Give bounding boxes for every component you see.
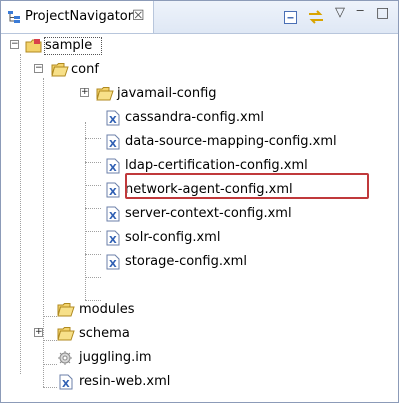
tree-node-server-context-config[interactable]: X server-context-config.xml xyxy=(1,202,398,226)
maximize-icon[interactable]: □ xyxy=(376,5,389,21)
tree-node-label: ldap-certification-config.xml xyxy=(125,158,308,173)
tree-node-label: resin-web.xml xyxy=(79,374,171,389)
tree-node-resin-web[interactable]: X resin-web.xml xyxy=(1,370,398,394)
xml-file-icon: X xyxy=(59,374,73,399)
tree-node-label: cassandra-config.xml xyxy=(125,110,265,125)
tree-node-label: juggling.im xyxy=(79,350,152,365)
tree-node-sample[interactable]: − sample xyxy=(1,34,398,58)
svg-text:X: X xyxy=(109,211,117,222)
tree-line xyxy=(85,277,101,278)
tree-node-label: solr-config.xml xyxy=(125,230,221,245)
tree-node-label: modules xyxy=(79,302,135,317)
svg-text:X: X xyxy=(109,139,117,150)
tree-node-label: network-agent-config.xml xyxy=(125,182,293,197)
link-with-editor-icon[interactable] xyxy=(307,9,325,29)
svg-text:X: X xyxy=(109,259,117,270)
tree-node-conf[interactable]: − conf xyxy=(1,58,398,82)
collapse-toggle[interactable]: − xyxy=(10,40,19,49)
tree-node-data-source-mapping-config[interactable]: X data-source-mapping-config.xml xyxy=(1,130,398,154)
svg-text:X: X xyxy=(109,163,117,174)
collapse-toggle[interactable]: − xyxy=(34,64,43,73)
tree-node-label: storage-config.xml xyxy=(125,254,247,269)
project-tree: − sample − conf + javamail-config X cass… xyxy=(1,34,398,402)
tab-project-navigator[interactable]: ProjectNavigator ☒ xyxy=(1,1,154,33)
tree-node-label: schema xyxy=(79,326,130,341)
svg-text:X: X xyxy=(62,379,70,390)
svg-text:X: X xyxy=(109,115,117,126)
collapse-all-icon[interactable] xyxy=(283,9,299,29)
tree-node-solr-config[interactable]: X solr-config.xml xyxy=(1,226,398,250)
navigator-icon xyxy=(7,10,21,28)
tree-node-schema[interactable]: + schema xyxy=(1,322,398,346)
tree-node-juggling-im[interactable]: juggling.im xyxy=(1,346,398,370)
tree-node-modules[interactable]: modules xyxy=(1,298,398,322)
tree-node-javamail-config[interactable]: + javamail-config xyxy=(1,82,398,106)
tree-node-network-agent-config[interactable]: X network-agent-config.xml xyxy=(1,178,398,202)
svg-text:X: X xyxy=(109,187,117,198)
expand-toggle[interactable]: + xyxy=(80,88,89,97)
tree-node-label: javamail-config xyxy=(117,86,217,101)
tree-node-ldap-certification-config[interactable]: X ldap-certification-config.xml xyxy=(1,154,398,178)
view-menu-icon[interactable]: ▽ xyxy=(335,5,345,20)
tree-node-storage-config[interactable]: X storage-config.xml xyxy=(1,250,398,274)
close-icon[interactable]: ☒ xyxy=(132,8,145,24)
tree-node-label: conf xyxy=(71,62,99,77)
tab-label: ProjectNavigator xyxy=(25,9,134,24)
minimize-icon[interactable]: ‒ xyxy=(356,3,364,18)
tree-node-label: sample xyxy=(45,38,93,53)
project-navigator-view: ProjectNavigator ☒ ▽ ‒ □ − sample − conf… xyxy=(0,0,399,403)
tree-node-label: data-source-mapping-config.xml xyxy=(125,134,337,149)
svg-text:X: X xyxy=(109,235,117,246)
xml-file-icon: X xyxy=(106,254,120,279)
expand-toggle[interactable]: + xyxy=(34,328,43,337)
view-title-bar: ProjectNavigator ☒ ▽ ‒ □ xyxy=(1,1,398,34)
tree-node-label: server-context-config.xml xyxy=(125,206,292,221)
tree-node-cassandra-config[interactable]: X cassandra-config.xml xyxy=(1,106,398,130)
